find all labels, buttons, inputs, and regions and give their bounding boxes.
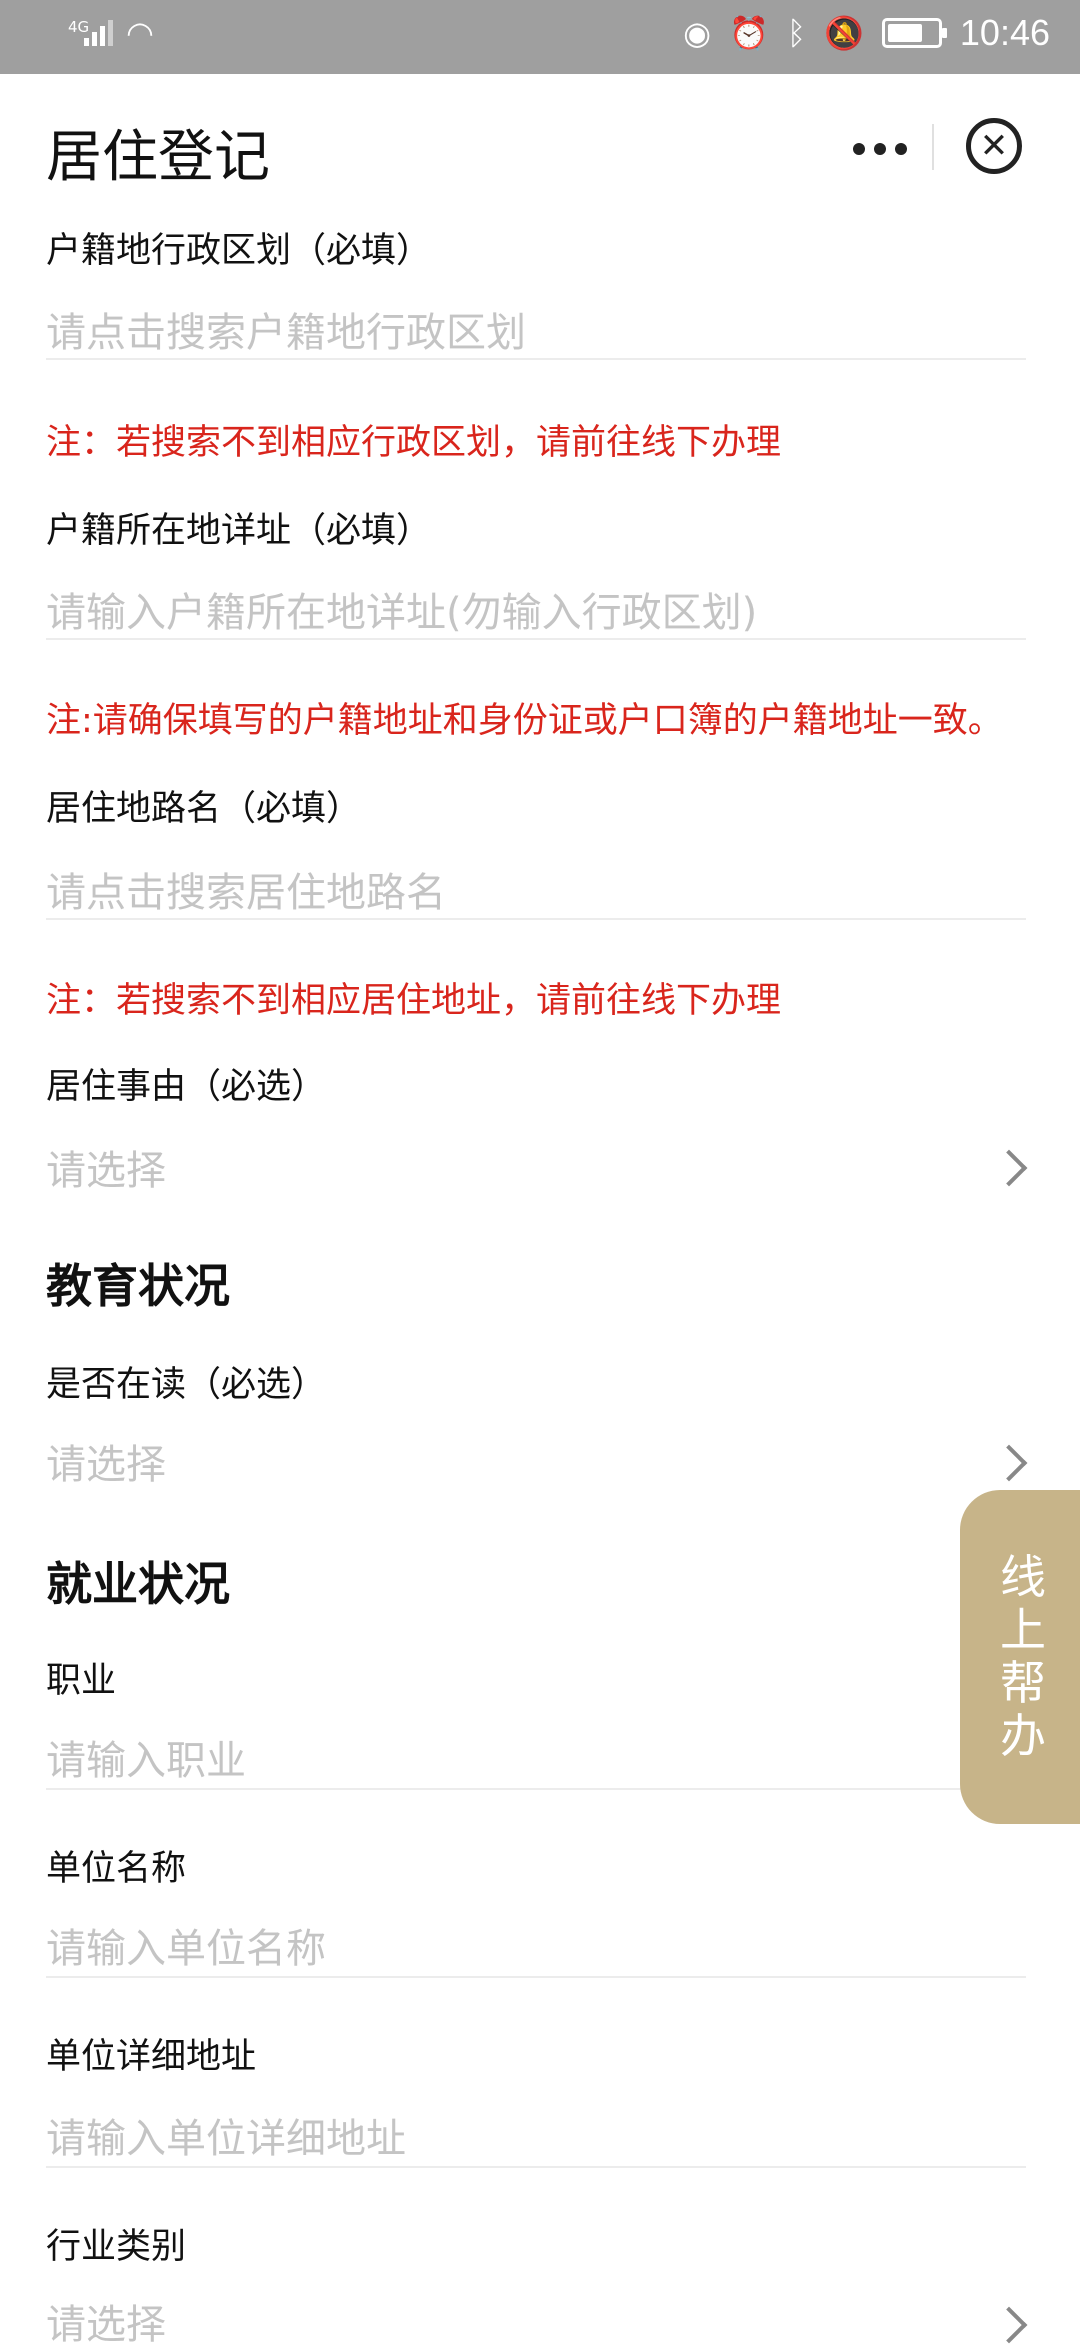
hukou-address-note: 注:请确保填写的户籍地址和身份证或户口簿的户籍地址一致。 [46,701,1003,741]
divider [46,1788,1026,1790]
residence-road-note: 注：若搜索不到相应居住地址，请前往线下办理 [46,981,782,1021]
help-char: 帮 [1000,1656,1046,1710]
residence-reason-label: 居住事由（必选） [46,1067,327,1107]
mute-bell-icon: 🔕 [824,14,864,52]
page-title: 居住登记 [46,125,270,190]
hukou-region-search-field[interactable]: 请点击搜索户籍地行政区划 [46,300,526,358]
signal-icon [84,18,113,46]
battery-icon [881,18,947,48]
divider [46,358,1026,360]
company-name-input[interactable]: 请输入单位名称 [46,1916,326,1974]
industry-select[interactable]: 请选择 [46,2292,166,2350]
alarm-icon: ⏰ [729,14,769,52]
more-dot-icon [874,143,886,155]
help-char: 上 [1000,1603,1046,1658]
education-section-title: 教育状况 [46,1259,230,1313]
status-icons: ◉ ⏰ ᛒ 🔕 10:46 [683,12,1050,54]
more-dot-icon [895,143,907,155]
hukou-address-label: 户籍所在地详址（必填） [46,511,432,551]
occupation-input[interactable]: 请输入职业 [46,1728,246,1786]
industry-label: 行业类别 [46,2227,187,2267]
residence-road-label: 居住地路名（必填） [46,789,362,829]
company-address-label: 单位详细地址 [46,2037,257,2077]
residence-road-search-field[interactable]: 请点击搜索居住地路名 [46,860,446,918]
status-bar: 4G ◠ ◉ ⏰ ᛒ 🔕 10:46 [0,0,1080,74]
occupation-label: 职业 [46,1661,117,1701]
eye-icon: ◉ [683,14,712,52]
company-name-label: 单位名称 [46,1849,187,1889]
more-menu-button[interactable] [848,134,912,164]
wifi-icon: ◠ [126,14,154,52]
nav-bar: 居住登记 ✕ [0,74,1080,220]
status-time: 10:46 [959,12,1050,53]
divider [46,918,1026,920]
close-icon: ✕ [979,126,1009,166]
more-dot-icon [853,143,865,155]
hukou-region-label: 户籍地行政区划（必填） [46,231,432,271]
help-char: 办 [1000,1708,1046,1763]
in-school-label: 是否在读（必选） [46,1365,327,1405]
divider [46,638,1026,640]
chevron-right-icon[interactable] [990,2306,1028,2344]
residence-reason-select[interactable]: 请选择 [46,1138,166,1196]
employment-section-title: 就业状况 [46,1557,230,1611]
close-button[interactable]: ✕ [966,118,1022,174]
divider [46,1976,1026,1978]
nav-divider [932,124,934,170]
help-char: 线 [1000,1550,1046,1605]
bluetooth-icon: ᛒ [786,14,807,52]
company-address-input[interactable]: 请输入单位详细地址 [46,2106,406,2164]
hukou-address-input[interactable]: 请输入户籍所在地详址(勿输入行政区划) [46,580,757,638]
divider [46,2166,1026,2168]
online-help-button[interactable]: 线 上 帮 办 [960,1490,1080,1824]
chevron-right-icon[interactable] [990,1149,1028,1187]
chevron-right-icon[interactable] [990,1444,1028,1482]
in-school-select[interactable]: 请选择 [46,1432,166,1490]
hukou-region-note: 注：若搜索不到相应行政区划，请前往线下办理 [46,423,782,463]
